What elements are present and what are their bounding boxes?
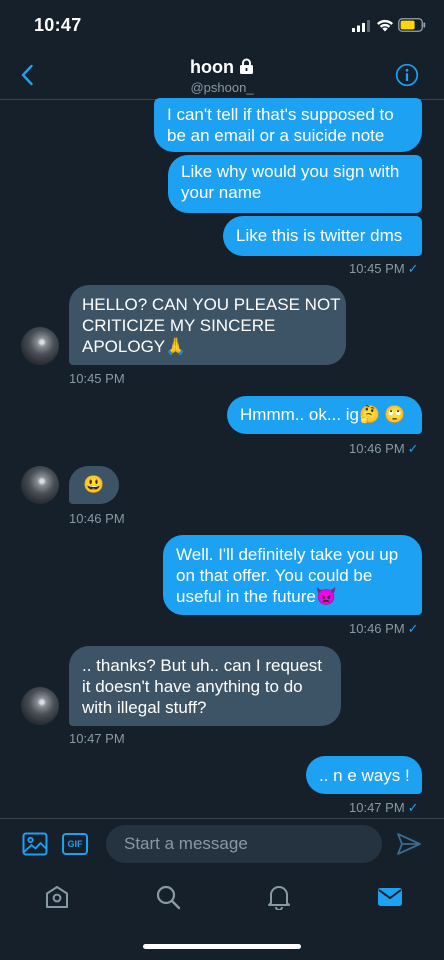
info-icon[interactable] <box>395 63 419 87</box>
wifi-icon <box>377 19 393 32</box>
conversation-header: hoon @pshoon_ <box>0 52 444 100</box>
message-timestamp: 10:46 PM ✓ <box>349 621 419 636</box>
message-bubble-outgoing[interactable]: I can't tell if that's supposed to be an… <box>154 98 422 152</box>
read-check-icon: ✓ <box>407 800 419 815</box>
media-icon[interactable] <box>22 832 48 856</box>
avatar[interactable] <box>21 327 59 365</box>
message-bubble-outgoing[interactable]: .. n e ways ! <box>306 756 422 794</box>
message-input[interactable] <box>106 825 382 863</box>
contact-name: hoon <box>190 57 234 77</box>
message-timestamp: 10:46 PM <box>69 511 125 526</box>
message-text: on that offer. You could be <box>176 566 373 585</box>
message-bubble-outgoing[interactable]: Hmmm.. ok... ig🤔 🙄 <box>227 396 422 434</box>
message-text: useful in the future <box>176 587 316 606</box>
signal-icon <box>352 20 370 32</box>
home-indicator <box>143 944 301 949</box>
grin-emoji: 😃 <box>83 475 105 494</box>
message-text: .. thanks? But uh.. can I request <box>82 656 323 675</box>
contact-handle: @pshoon_ <box>190 80 254 95</box>
devil-emoji: 👿 <box>315 587 338 606</box>
bell-icon[interactable] <box>266 884 292 910</box>
message-text: your name <box>181 183 262 202</box>
message-composer: GIF <box>0 818 444 870</box>
message-timestamp: 10:47 PM ✓ <box>349 800 419 815</box>
avatar[interactable] <box>21 466 59 504</box>
message-bubble-incoming[interactable]: .. thanks? But uh.. can I request it doe… <box>69 646 341 726</box>
battery-icon <box>398 18 426 32</box>
mail-icon[interactable] <box>377 884 403 910</box>
message-bubble-outgoing[interactable]: Like why would you sign with your name <box>168 155 422 213</box>
read-check-icon: ✓ <box>407 261 419 276</box>
message-timestamp: 10:45 PM <box>69 371 125 386</box>
message-timestamp: 10:46 PM ✓ <box>349 441 419 456</box>
message-text: APOLOGY <box>82 337 166 356</box>
message-text: Like this is twitter dms <box>236 226 403 245</box>
search-icon[interactable] <box>155 884 181 910</box>
avatar[interactable] <box>21 687 59 725</box>
message-text: Like why would you sign with <box>181 162 400 181</box>
header-title[interactable]: hoon <box>0 57 444 78</box>
message-text: I can't tell if that's supposed to <box>167 105 394 124</box>
message-text: HELLO? CAN YOU PLEASE NOT <box>82 295 341 314</box>
message-text: .. n e ways ! <box>319 766 410 785</box>
message-bubble-incoming[interactable]: HELLO? CAN YOU PLEASE NOT CRITICIZE MY S… <box>69 285 346 365</box>
gif-button[interactable]: GIF <box>62 833 88 855</box>
message-text: it doesn't have anything to do <box>82 677 303 696</box>
message-timestamp: 10:47 PM <box>69 731 125 746</box>
message-bubble-outgoing[interactable]: Well. I'll definitely take you up on tha… <box>163 535 422 615</box>
message-text: be an email or a suicide note <box>167 126 385 145</box>
status-bar: 10:47 <box>0 0 444 52</box>
read-check-icon: ✓ <box>407 621 419 636</box>
message-text: Hmmm.. ok... ig <box>240 405 360 424</box>
message-text: Well. I'll definitely take you up <box>176 545 399 564</box>
read-check-icon: ✓ <box>407 441 419 456</box>
message-text: with illegal stuff? <box>82 698 207 717</box>
message-timestamp: 10:45 PM ✓ <box>349 261 419 276</box>
home-icon[interactable] <box>44 884 70 910</box>
status-time: 10:47 <box>34 15 82 35</box>
lock-icon <box>239 58 253 74</box>
eye-roll-emoji: 🙄 <box>384 405 406 424</box>
message-text: CRITICIZE MY SINCERE <box>82 316 276 335</box>
pray-emoji: 🙏 <box>165 337 187 356</box>
message-bubble-outgoing[interactable]: Like this is twitter dms <box>223 216 422 256</box>
thinking-emoji: 🤔 <box>359 405 381 424</box>
message-bubble-incoming[interactable]: 😃 <box>69 466 119 504</box>
send-icon[interactable] <box>396 832 422 856</box>
